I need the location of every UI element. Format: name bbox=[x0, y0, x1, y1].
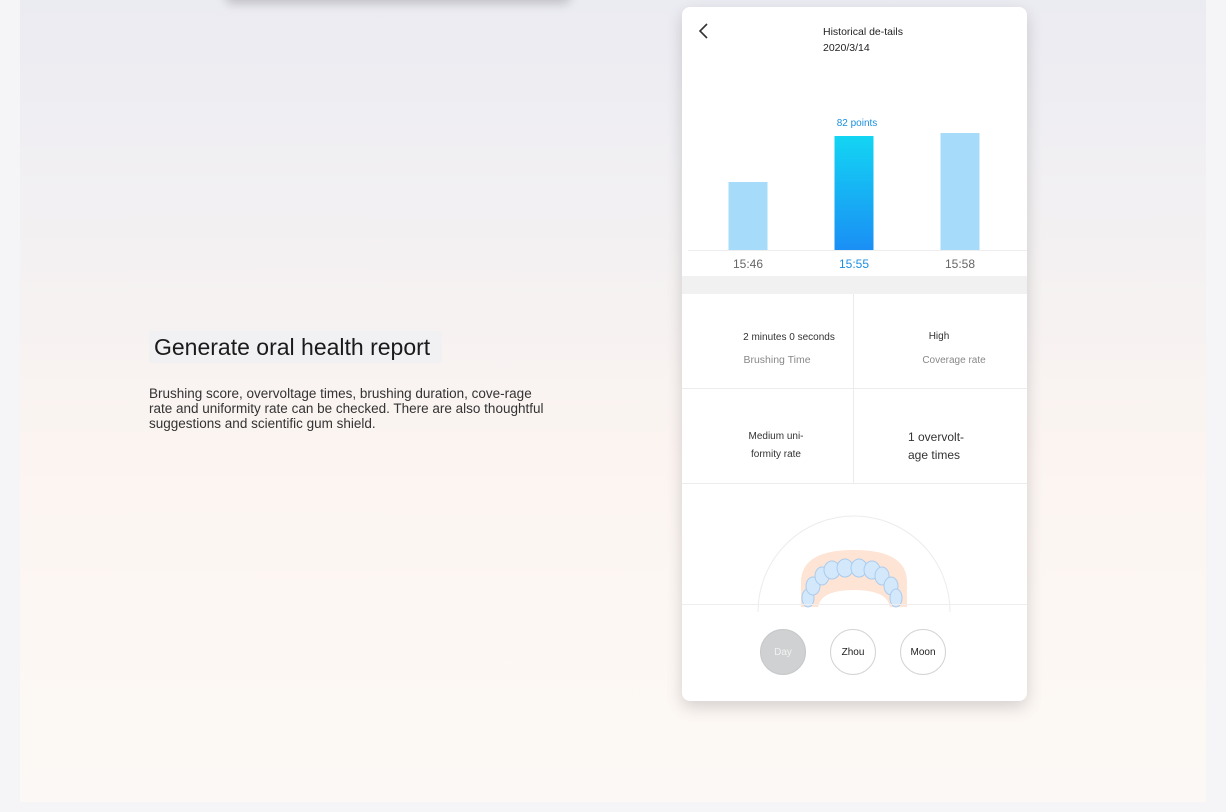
period-week-button[interactable]: Zhou bbox=[830, 629, 876, 675]
page-title: Historical de-tails 2020/3/14 bbox=[823, 26, 903, 54]
chart-time-label[interactable]: 15:58 bbox=[930, 257, 990, 271]
section-description: Brushing score, overvoltage times, brush… bbox=[149, 386, 544, 431]
stats-grid: 2 minutes 0 seconds Brushing Time High C… bbox=[682, 294, 1027, 484]
grid-divider bbox=[682, 388, 1027, 389]
uniformity-line-2: formity rate bbox=[750, 449, 801, 460]
brushing-time-label: Brushing Time bbox=[743, 354, 811, 366]
overvoltage-times: 1 overvolt- age times bbox=[908, 428, 978, 464]
back-arrow-icon[interactable] bbox=[696, 23, 712, 39]
section-headline: Generate oral health report bbox=[154, 334, 431, 360]
highlight-score-label: 82 points bbox=[837, 118, 878, 129]
brushing-time-value: 2 minutes 0 seconds bbox=[743, 332, 835, 343]
period-day-button[interactable]: Day bbox=[760, 629, 806, 675]
background-stage: Generate oral health report Brushing sco… bbox=[20, 0, 1206, 802]
chart-time-label[interactable]: 15:46 bbox=[718, 257, 778, 271]
section-divider bbox=[682, 276, 1027, 294]
grid-divider bbox=[853, 294, 854, 484]
footer-divider bbox=[682, 604, 1027, 605]
overvoltage-line-2: age times bbox=[908, 448, 961, 462]
uniformity-rate: Medium uni- formity rate bbox=[726, 428, 826, 464]
teeth-diagram bbox=[757, 515, 951, 612]
chart-bar[interactable] bbox=[940, 133, 980, 250]
coverage-value: High bbox=[928, 331, 950, 342]
period-month-button[interactable]: Moon bbox=[900, 629, 946, 675]
phone-screen: Historical de-tails 2020/3/14 82 points … bbox=[682, 7, 1027, 701]
uniformity-line-1: Medium uni- bbox=[748, 431, 804, 442]
chart-time-label[interactable]: 15:55 bbox=[824, 257, 884, 271]
overvoltage-line-1: 1 overvolt- bbox=[908, 430, 965, 444]
chart-bar[interactable] bbox=[834, 136, 874, 250]
score-bar-chart: 82 points bbox=[728, 118, 980, 250]
coverage-label: Coverage rate bbox=[922, 355, 986, 366]
chart-baseline bbox=[688, 250, 1027, 251]
chart-bar[interactable] bbox=[728, 182, 768, 250]
grid-divider bbox=[682, 483, 1027, 484]
